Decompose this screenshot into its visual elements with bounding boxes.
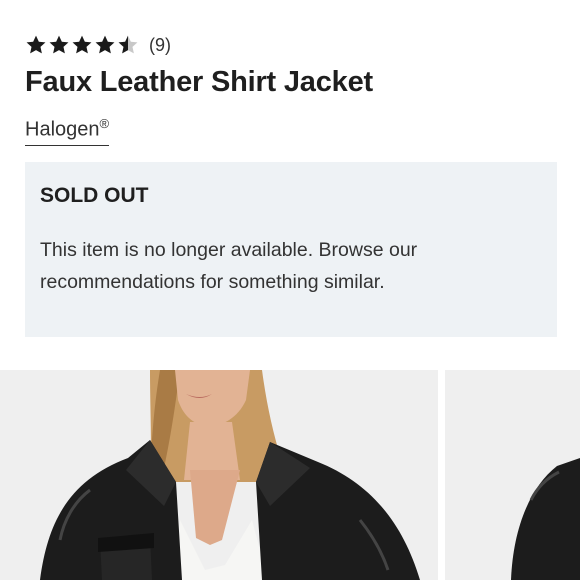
trademark-symbol: ® xyxy=(99,116,110,131)
sold-out-message: This item is no longer available. Browse… xyxy=(40,239,418,293)
brand-name: Halogen xyxy=(25,118,100,141)
review-count[interactable]: (9) xyxy=(149,35,171,56)
sold-out-notice: SOLD OUT This item is no longer availabl… xyxy=(25,162,557,337)
star-full-icon xyxy=(26,35,46,54)
product-rating[interactable]: (9) xyxy=(25,34,171,56)
product-title: Faux Leather Shirt Jacket xyxy=(25,66,373,98)
star-half-icon xyxy=(118,35,138,54)
model-side-illustration xyxy=(445,370,580,580)
star-full-icon xyxy=(72,35,92,54)
rating-stars xyxy=(25,34,140,56)
product-image-main[interactable] xyxy=(0,370,438,580)
star-full-icon xyxy=(49,35,69,54)
star-full-icon xyxy=(95,35,115,54)
sold-out-heading: SOLD OUT xyxy=(40,184,149,207)
model-front-illustration xyxy=(0,370,438,580)
product-image-secondary[interactable] xyxy=(445,370,580,580)
brand-link[interactable]: Halogen® xyxy=(25,116,110,146)
